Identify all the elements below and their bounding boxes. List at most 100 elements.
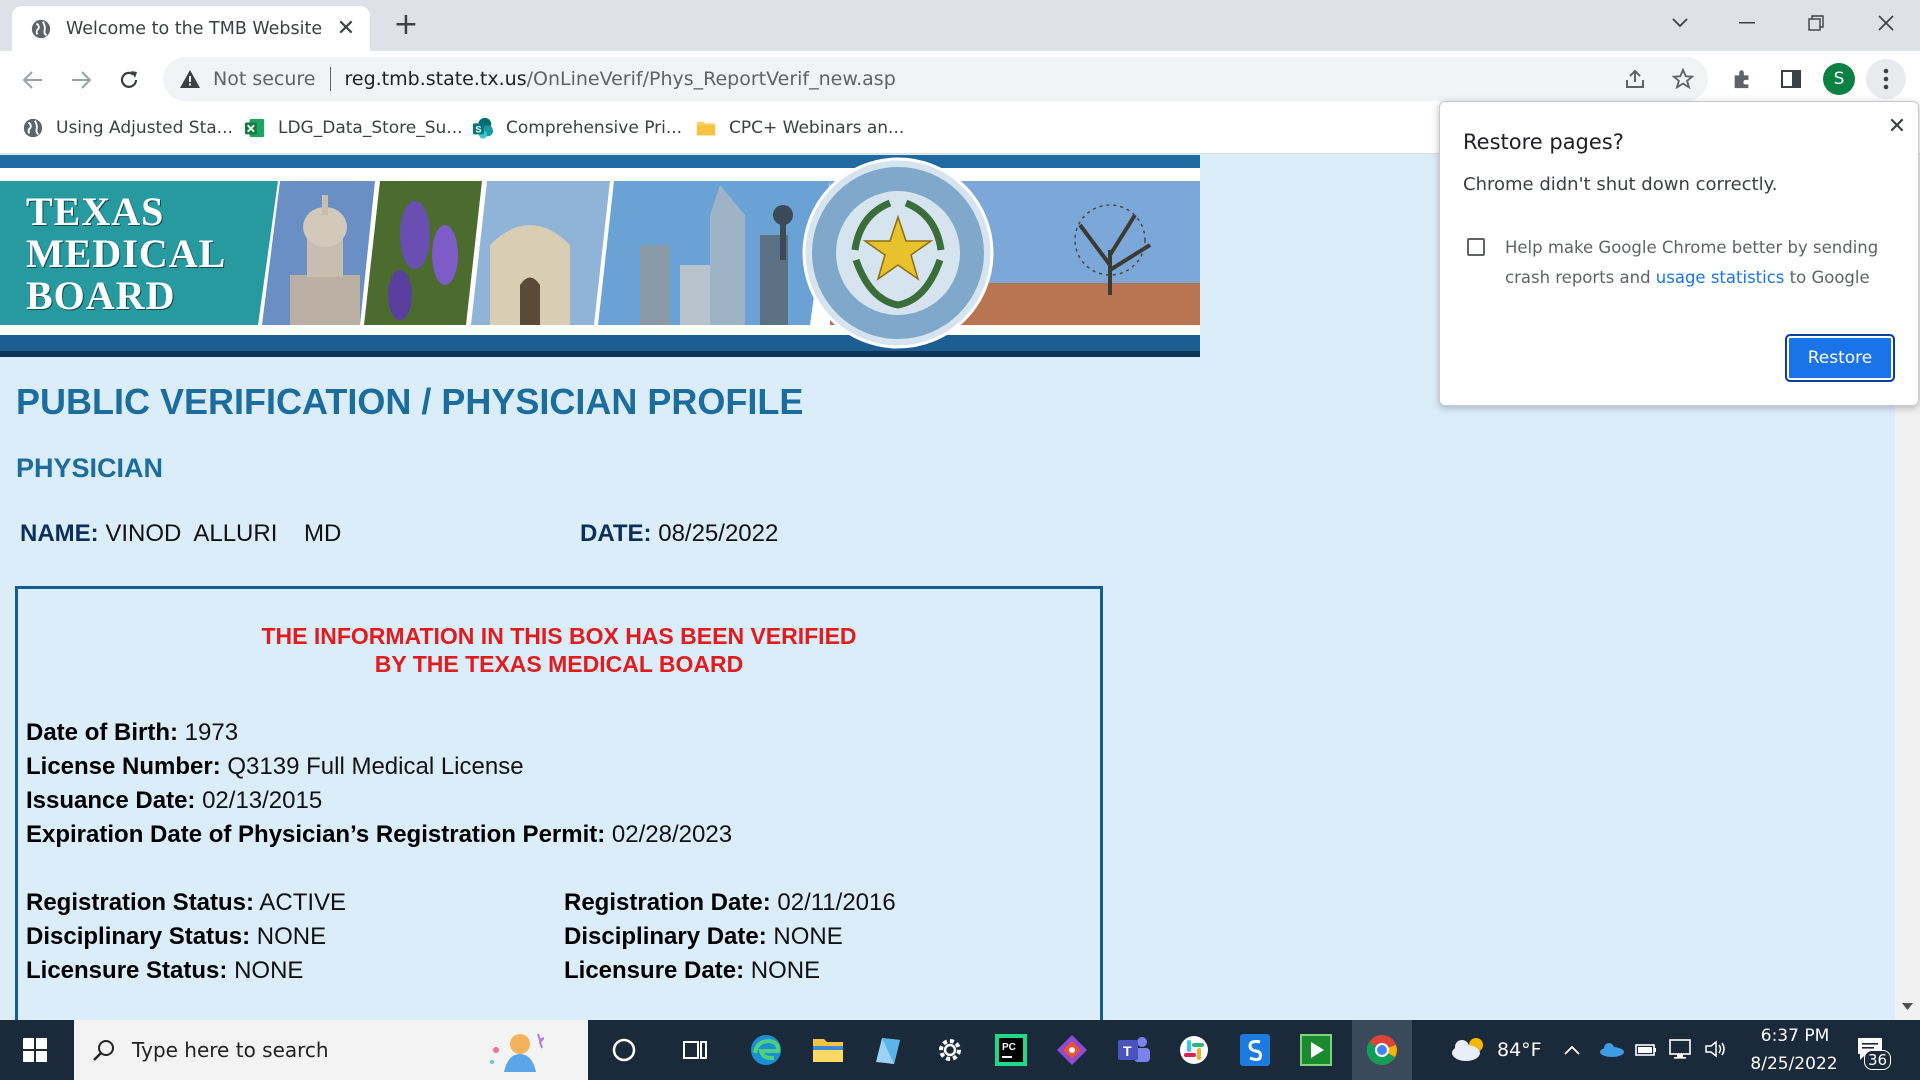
reload-icon[interactable] — [114, 65, 144, 95]
profile-avatar[interactable]: S — [1823, 63, 1855, 95]
field-label: Date of Birth: — [26, 719, 178, 746]
dob-field: Date of Birth: 1973 — [26, 719, 238, 747]
security-label[interactable]: Not secure — [213, 68, 316, 90]
dialog-message: Chrome didn't shut down correctly. — [1463, 174, 1778, 195]
file-explorer-icon[interactable] — [808, 1030, 848, 1070]
crash-report-checkbox[interactable] — [1467, 238, 1485, 256]
chevron-up-icon[interactable] — [1563, 1044, 1581, 1056]
clock-time[interactable]: 6:37 PM — [1755, 1026, 1835, 1046]
section-heading: PHYSICIAN — [16, 453, 164, 483]
taskbar-search[interactable]: Type here to search — [74, 1020, 588, 1080]
page-title: PUBLIC VERIFICATION / PHYSICIAN PROFILE — [16, 381, 804, 422]
tab-search-chevron-icon[interactable] — [1660, 8, 1700, 38]
weather-cloud-icon[interactable] — [1450, 1035, 1486, 1063]
network-icon[interactable] — [1668, 1038, 1694, 1060]
share-icon[interactable] — [1620, 64, 1650, 94]
sharepoint-icon: S — [472, 117, 494, 139]
cortana-icon[interactable] — [604, 1030, 644, 1070]
remote-app-icon[interactable] — [1235, 1030, 1275, 1070]
bookmark-item[interactable]: CPC+ Webinars an... — [695, 117, 904, 139]
minimize-icon[interactable] — [1727, 8, 1767, 38]
side-panel-icon[interactable] — [1776, 64, 1806, 94]
bookmark-item[interactable]: LDG_Data_Store_Su... — [244, 117, 463, 139]
snipping-tool-icon[interactable] — [868, 1030, 908, 1070]
field-label: Licensure Status: — [26, 957, 228, 984]
extensions-puzzle-icon[interactable] — [1727, 64, 1757, 94]
notification-count-badge: 36 — [1864, 1050, 1892, 1070]
verified-notice: THE INFORMATION IN THIS BOX HAS BEEN VER… — [18, 622, 1100, 678]
url-host: reg.tmb.state.tx.us — [344, 68, 527, 90]
teams-icon[interactable]: T — [1113, 1030, 1153, 1070]
verified-line: THE INFORMATION IN THIS BOX HAS BEEN VER… — [261, 623, 857, 649]
task-view-icon[interactable] — [675, 1030, 715, 1070]
physician-name: NAME: VINOD ALLURI MD — [20, 520, 341, 548]
field-label: Registration Date: — [564, 889, 771, 916]
media-player-icon[interactable] — [1296, 1030, 1336, 1070]
windows-logo-icon — [23, 1038, 47, 1062]
chrome-icon[interactable] — [1362, 1030, 1402, 1070]
volume-icon[interactable] — [1703, 1039, 1729, 1059]
globe-icon — [23, 118, 43, 138]
field-value: NONE — [256, 923, 327, 950]
url-path: /OnLineVerif/Phys_ReportVerif_new.asp — [526, 68, 896, 90]
disciplinary-status-field: Disciplinary Status: NONE — [26, 923, 326, 951]
omnibox-divider — [329, 67, 331, 91]
windows-taskbar: Type here to search PC T 84°F 6:37 PM 8/… — [0, 1020, 1920, 1080]
bookmark-label: Comprehensive Pri... — [506, 118, 683, 138]
tab-close-icon[interactable]: ✕ — [334, 16, 358, 41]
battery-icon[interactable] — [1634, 1039, 1658, 1059]
onedrive-cloud-icon[interactable] — [1598, 1040, 1624, 1058]
search-highlight-icon — [490, 1033, 544, 1072]
bookmark-item[interactable]: Using Adjusted Sta... — [22, 117, 233, 139]
report-date: DATE: 08/25/2022 — [580, 520, 778, 548]
banner-logo-text: TEXAS MEDICAL BOARD — [26, 191, 226, 317]
back-arrow-icon[interactable] — [18, 65, 48, 95]
edge-browser-icon[interactable] — [746, 1030, 786, 1070]
weather-temp[interactable]: 84°F — [1497, 1039, 1542, 1061]
registration-status-field: Registration Status: ACTIVE — [26, 889, 346, 917]
issuance-field: Issuance Date: 02/13/2015 — [26, 787, 322, 815]
pycharm-icon[interactable]: PC — [991, 1030, 1031, 1070]
bookmark-label: CPC+ Webinars an... — [729, 118, 905, 138]
svg-text:S: S — [475, 125, 481, 135]
settings-gear-icon[interactable] — [930, 1030, 970, 1070]
forward-arrow-icon[interactable] — [66, 65, 96, 95]
usage-statistics-link[interactable]: usage statistics — [1656, 268, 1785, 287]
logo-line: BOARD — [26, 273, 176, 318]
expiration-field: Expiration Date of Physician’s Registrat… — [26, 821, 732, 849]
slack-icon[interactable] — [1174, 1030, 1214, 1070]
start-button[interactable] — [0, 1020, 70, 1080]
url-text[interactable]: reg.tmb.state.tx.us/OnLineVerif/Phys_Rep… — [345, 68, 896, 90]
restore-window-icon[interactable] — [1796, 8, 1836, 38]
dialog-close-icon[interactable]: ✕ — [1883, 114, 1911, 142]
globe-icon — [31, 19, 51, 38]
field-value: 1973 — [184, 719, 239, 746]
tab-strip: Welcome to the TMB Website ✕ + — [0, 0, 1920, 51]
name-label: NAME: — [20, 520, 99, 547]
new-tab-button[interactable]: + — [390, 10, 422, 42]
svg-text:T: T — [1123, 1043, 1132, 1059]
bookmark-star-icon[interactable] — [1668, 64, 1698, 94]
disciplinary-date-field: Disciplinary Date: NONE — [564, 923, 843, 951]
bookmark-label: LDG_Data_Store_Su... — [278, 118, 463, 138]
license-field: License Number: Q3139 Full Medical Licen… — [26, 753, 524, 781]
address-bar[interactable]: Not secure reg.tmb.state.tx.us/OnLineVer… — [163, 57, 1708, 101]
chrome-menu-icon[interactable] — [1866, 59, 1906, 99]
clock-date[interactable]: 8/25/2022 — [1742, 1054, 1846, 1074]
browser-tab[interactable]: Welcome to the TMB Website ✕ — [12, 6, 370, 51]
field-label: Licensure Date: — [564, 957, 745, 984]
git-app-icon[interactable] — [1052, 1030, 1092, 1070]
licensure-status-field: Licensure Status: NONE — [26, 957, 303, 985]
browser-toolbar: Not secure reg.tmb.state.tx.us/OnLineVer… — [0, 51, 1920, 107]
field-value: Q3139 Full Medical License — [227, 753, 524, 780]
close-window-icon[interactable] — [1866, 8, 1906, 38]
scroll-down-arrow-icon[interactable] — [1902, 1003, 1913, 1011]
logo-line: TEXAS — [26, 189, 165, 234]
bookmark-item[interactable]: S Comprehensive Pri... — [472, 117, 682, 139]
dialog-title: Restore pages? — [1463, 130, 1624, 154]
search-placeholder: Type here to search — [132, 1038, 329, 1062]
excel-icon — [244, 118, 265, 138]
restore-button[interactable]: Restore — [1785, 334, 1895, 382]
field-label: Disciplinary Date: — [564, 923, 767, 950]
field-value: 02/28/2023 — [611, 821, 733, 848]
